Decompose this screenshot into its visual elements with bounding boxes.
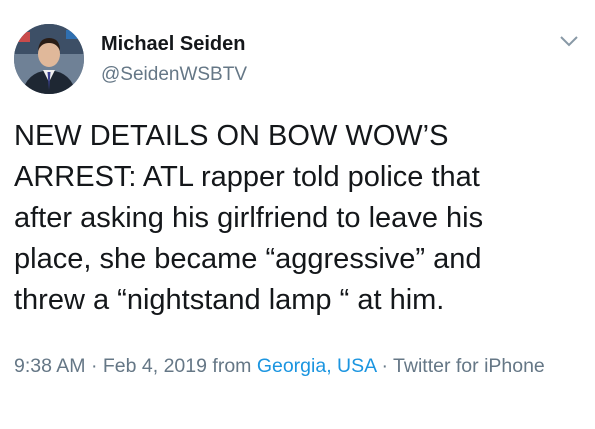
from-label: from (206, 355, 257, 377)
profile-photo-icon (14, 24, 84, 94)
author-display-name[interactable]: Michael Seiden (101, 33, 246, 56)
tweet-location-link[interactable]: Georgia, USA (257, 355, 376, 377)
meta-separator-2: · (376, 355, 394, 377)
chevron-down-icon[interactable] (558, 32, 580, 50)
tweet-meta: 9:38 AM · Feb 4, 2019 from Georgia, USA … (14, 352, 584, 380)
tweet-date[interactable]: Feb 4, 2019 (103, 355, 207, 377)
author-avatar[interactable] (14, 24, 84, 94)
tweet-client: Twitter for iPhone (393, 355, 545, 377)
meta-separator: · (85, 355, 103, 377)
tweet-text: NEW DETAILS ON BOW WOW’S ARREST: ATL rap… (14, 120, 484, 316)
tweet-card: Michael Seiden @SeidenWSBTV NEW DETAILS … (0, 0, 595, 429)
author-handle[interactable]: @SeidenWSBTV (101, 64, 247, 86)
tweet-time[interactable]: 9:38 AM (14, 355, 86, 377)
